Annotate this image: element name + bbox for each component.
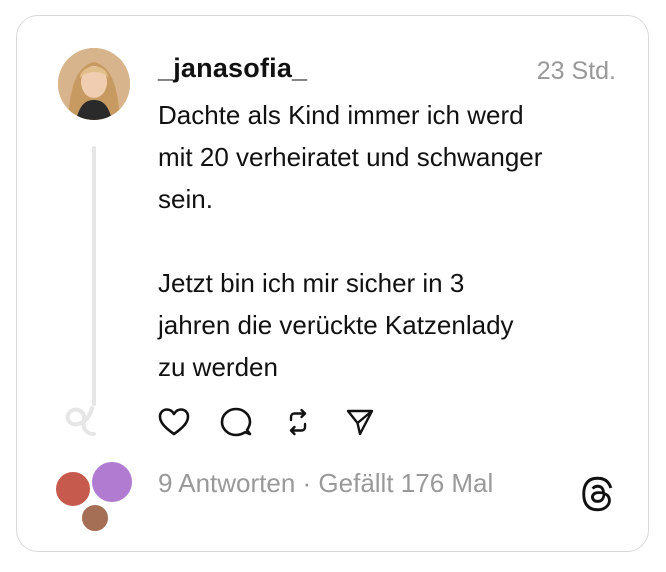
replier-avatars[interactable] <box>52 460 142 536</box>
repost-button[interactable] <box>282 406 314 438</box>
author-avatar[interactable] <box>58 48 130 120</box>
thread-line <box>92 146 96 406</box>
post-text-line: Jetzt bin ich mir sicher in 3 <box>158 268 465 298</box>
post-body: Dachte als Kind immer ich werd mit 20 ve… <box>158 94 628 388</box>
post-text-line: jahren die verückte Katzenlady <box>158 310 514 340</box>
post-timestamp: 23 Std. <box>536 57 616 85</box>
post-text-line: mit 20 verheiratet und schwanger <box>158 142 543 172</box>
share-button[interactable] <box>344 406 376 438</box>
send-icon <box>346 409 374 436</box>
post-text-line: Dachte als Kind immer ich werd <box>158 100 524 130</box>
post-stats[interactable]: 9 Antworten · Gefällt 176 Mal <box>158 468 493 499</box>
like-button[interactable] <box>158 406 190 438</box>
author-username[interactable]: _janasofia_ <box>158 53 307 84</box>
comment-icon <box>220 407 252 437</box>
post-text-line: sein. <box>158 184 213 214</box>
heart-icon <box>158 408 190 436</box>
replier-avatar <box>80 503 110 533</box>
replier-avatar <box>90 460 134 504</box>
repost-icon <box>289 408 307 436</box>
replier-avatar <box>54 470 92 508</box>
thread-loop-icon <box>65 406 96 436</box>
post-text-line: zu werden <box>158 352 278 382</box>
threads-logo-icon[interactable] <box>582 476 614 512</box>
reply-button[interactable] <box>220 406 252 438</box>
action-bar <box>158 406 406 438</box>
